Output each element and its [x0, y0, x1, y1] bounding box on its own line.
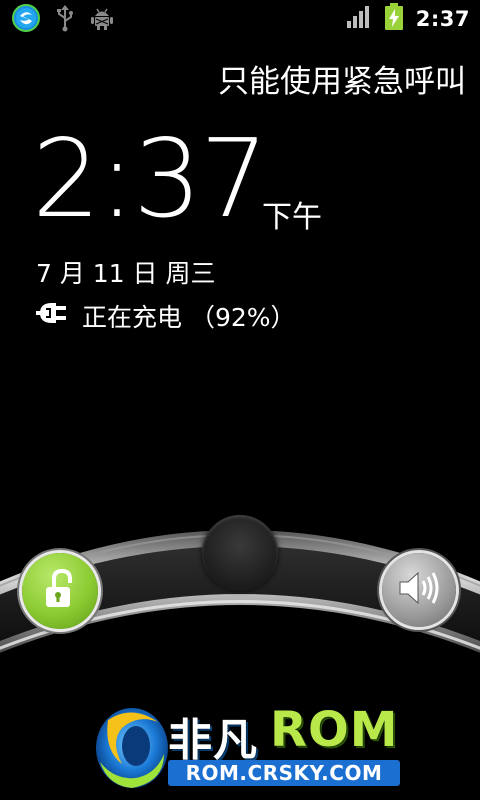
lockscreen-clock: 2:37 — [32, 117, 269, 242]
logo-url: ROM.CRSKY.COM — [168, 760, 400, 786]
usb-icon — [54, 4, 76, 36]
unlock-icon — [40, 567, 80, 615]
logo-brand-cn: 非凡 — [168, 715, 258, 766]
charging-status: 正在充电 （92%） — [36, 298, 296, 334]
search-app-icon — [12, 4, 40, 36]
emergency-calls-only-label: 只能使用紧急呼叫 — [218, 64, 466, 100]
logo-brand-en: ROM — [270, 702, 399, 758]
unlock-drag-handle[interactable] — [202, 515, 278, 591]
android-debug-icon — [90, 5, 114, 35]
status-bar: 2:37 — [0, 0, 480, 38]
lockscreen-ampm: 下午 — [262, 200, 322, 235]
status-right-icons: 2:37 — [346, 3, 470, 35]
sound-toggle-button[interactable] — [382, 553, 456, 627]
lockscreen-date: 7 月 11 日 周三 — [36, 259, 216, 288]
plug-icon — [36, 301, 72, 331]
battery-charging-icon — [384, 3, 404, 35]
charging-text: 正在充电 （92%） — [82, 303, 296, 332]
status-left-icons — [12, 4, 114, 36]
sound-on-icon — [396, 569, 442, 611]
status-clock: 2:37 — [415, 7, 470, 31]
signal-icon — [346, 5, 372, 33]
unlock-button[interactable] — [22, 553, 98, 629]
